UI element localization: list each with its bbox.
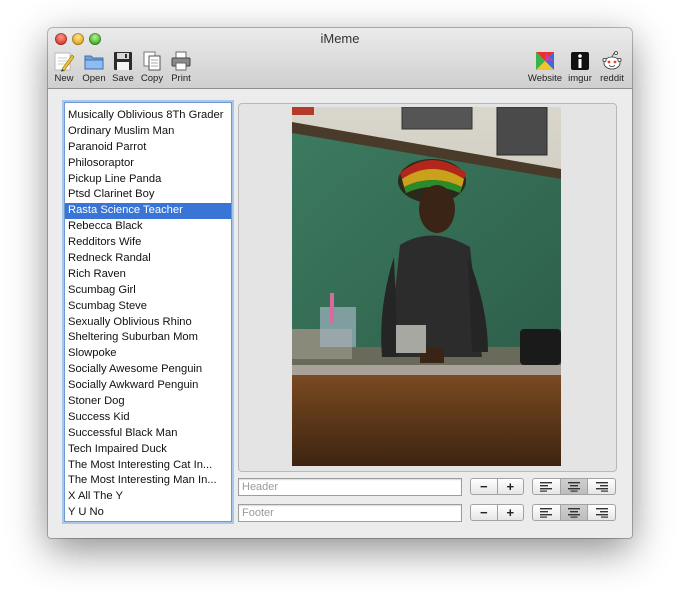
header-font-size-control: − + — [470, 478, 524, 495]
meme-list-item[interactable]: Scumbag Girl — [65, 283, 231, 299]
new-button[interactable]: New — [49, 50, 79, 84]
open-button[interactable]: Open — [79, 50, 109, 84]
footer-alignment-control — [532, 504, 616, 521]
meme-list-item[interactable]: Musically Oblivious 8Th Grader — [65, 108, 231, 124]
meme-list-item[interactable]: Rebecca Black — [65, 219, 231, 235]
pencil-icon — [54, 52, 75, 72]
rasta-teacher-photo — [292, 107, 561, 466]
footer-align-left-button[interactable] — [533, 505, 561, 520]
meme-list-item[interactable]: Stoner Dog — [65, 394, 231, 410]
copy-documents-icon — [143, 51, 161, 71]
floppy-disk-icon — [114, 52, 132, 70]
header-align-left-button[interactable] — [533, 479, 561, 494]
footer-align-center-button[interactable] — [560, 505, 589, 520]
meme-list-item[interactable]: Scumbag Steve — [65, 299, 231, 315]
meme-list-item[interactable]: Paranoid Parrot — [65, 140, 231, 156]
footer-align-right-button[interactable] — [588, 505, 615, 520]
meme-list-item[interactable]: Tech Impaired Duck — [65, 442, 231, 458]
align-center-icon — [568, 482, 580, 492]
footer-increase-size-button[interactable]: + — [498, 505, 524, 520]
meme-list-item[interactable]: Rasta Science Teacher — [65, 203, 231, 220]
meme-list-item[interactable]: Slowpoke — [65, 346, 231, 362]
header-increase-size-button[interactable]: + — [498, 479, 524, 494]
header-text-input[interactable] — [238, 478, 462, 496]
meme-list-item[interactable]: Sheltering Suburban Mom — [65, 330, 231, 346]
open-button-label: Open — [82, 73, 106, 84]
meme-list-item[interactable]: Ordinary Muslim Man — [65, 124, 231, 140]
align-right-icon — [595, 508, 608, 518]
meme-list-item[interactable]: Socially Awkward Penguin — [65, 378, 231, 394]
meme-template-list[interactable]: Musically Oblivious 8Th Grader Ordinary M… — [64, 102, 232, 522]
website-button[interactable]: Website — [527, 50, 563, 84]
new-button-label: New — [54, 73, 74, 84]
header-align-right-button[interactable] — [588, 479, 615, 494]
meme-list-item[interactable]: Successful Black Man — [65, 426, 231, 442]
meme-list-item[interactable]: Philosoraptor — [65, 156, 231, 172]
meme-list-item[interactable]: X All The Y — [65, 489, 231, 505]
footer-font-size-control: − + — [470, 504, 524, 521]
meme-list-items: Musically Oblivious 8Th Grader Ordinary M… — [65, 103, 231, 521]
copy-button[interactable]: Copy — [137, 50, 167, 84]
footer-text-input[interactable] — [238, 504, 462, 522]
meme-list-item[interactable]: Pickup Line Panda — [65, 172, 231, 188]
meme-list-item[interactable]: The Most Interesting Cat In... — [65, 458, 231, 474]
colorful-square-icon — [536, 52, 554, 70]
website-button-label: Website — [527, 73, 563, 84]
title-bar: iMeme New Open Save Copy Print Website i… — [48, 28, 632, 89]
meme-preview-image — [292, 107, 561, 466]
reddit-button[interactable]: reddit — [597, 50, 627, 84]
window-title: iMeme — [320, 31, 360, 46]
printer-icon — [171, 51, 191, 71]
copy-button-label: Copy — [140, 73, 164, 84]
save-button-label: Save — [112, 73, 134, 84]
imgur-icon — [571, 52, 589, 70]
meme-list-item[interactable]: Redditors Wife — [65, 235, 231, 251]
meme-list-item[interactable]: Sexually Oblivious Rhino — [65, 315, 231, 331]
imgur-button-label: imgur — [568, 73, 592, 84]
footer-decrease-size-button[interactable]: − — [471, 505, 498, 520]
align-center-icon — [568, 508, 580, 518]
print-button[interactable]: Print — [166, 50, 196, 84]
reddit-alien-icon — [602, 51, 622, 70]
header-alignment-control — [532, 478, 616, 495]
align-left-icon — [540, 508, 553, 518]
print-button-label: Print — [171, 73, 191, 84]
meme-list-item[interactable]: The Most Interesting Man In... — [65, 473, 231, 489]
meme-list-item[interactable]: Ptsd Clarinet Boy — [65, 187, 231, 203]
save-button[interactable]: Save — [108, 50, 138, 84]
header-align-center-button[interactable] — [560, 479, 589, 494]
header-decrease-size-button[interactable]: − — [471, 479, 498, 494]
meme-list-item[interactable]: Rich Raven — [65, 267, 231, 283]
meme-list-item[interactable]: Y U No — [65, 505, 231, 521]
meme-list-item[interactable]: Success Kid — [65, 410, 231, 426]
meme-list-item[interactable]: Redneck Randal — [65, 251, 231, 267]
folder-icon — [84, 55, 104, 70]
align-right-icon — [595, 482, 608, 492]
reddit-button-label: reddit — [600, 73, 624, 84]
align-left-icon — [540, 482, 553, 492]
imgur-button[interactable]: imgur — [565, 50, 595, 84]
meme-list-item[interactable]: Socially Awesome Penguin — [65, 362, 231, 378]
